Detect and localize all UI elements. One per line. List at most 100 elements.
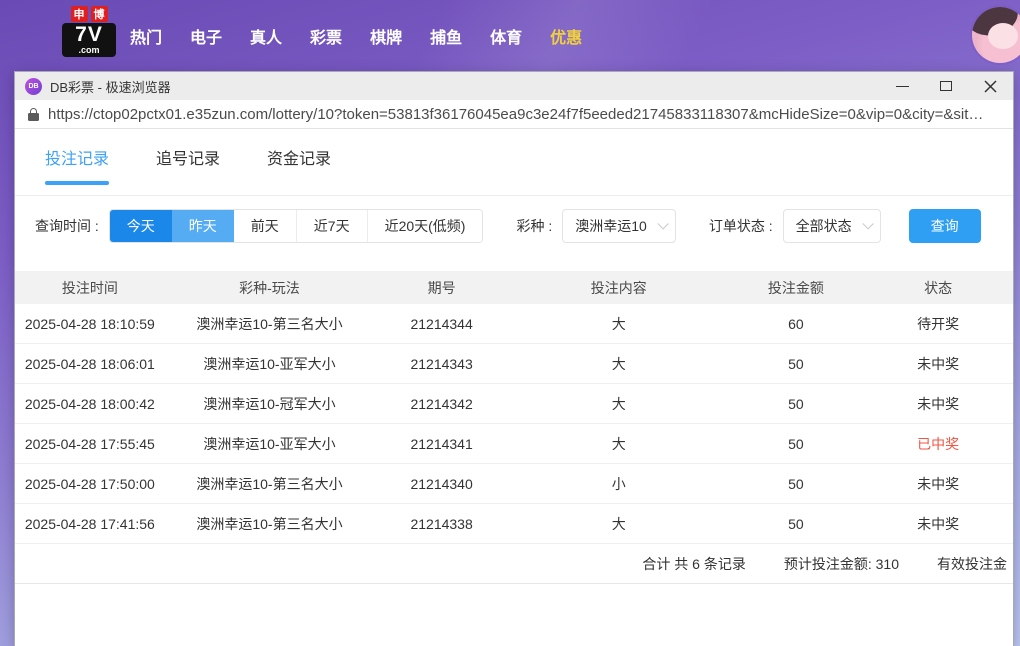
bet-game: 澳洲幸运10-亚军大小 — [203, 435, 336, 452]
bet-issue: 21214343 — [410, 355, 473, 372]
logo-text: 7V — [75, 23, 103, 46]
bet-content: 大 — [611, 395, 626, 412]
bet-status: 未中奖 — [917, 395, 960, 412]
tab-bet-records[interactable]: 投注记录 — [45, 145, 110, 195]
bet-amount: 60 — [788, 315, 804, 332]
bet-issue: 21214340 — [410, 475, 473, 492]
tab-fund-records[interactable]: 资金记录 — [267, 145, 331, 195]
bet-records-table: 投注时间 彩种-玩法 期号 投注内容 投注金额 状态 2025-04-28 18… — [15, 271, 1013, 584]
bet-time: 2025-04-28 18:00:42 — [24, 395, 155, 412]
time-option-7days[interactable]: 近7天 — [295, 210, 367, 242]
bet-content: 大 — [611, 315, 626, 332]
table-row: 2025-04-28 18:06:01 澳洲幸运10-亚军大小 21214343… — [15, 344, 1013, 384]
lock-icon — [28, 107, 39, 121]
bet-time: 2025-04-28 17:50:00 — [24, 475, 155, 492]
bet-content: 大 — [611, 435, 626, 452]
bet-status: 已中奖 — [917, 435, 960, 452]
url-text[interactable]: https://ctop02pctx01.e35zun.com/lottery/… — [48, 106, 983, 123]
col-header-game: 彩种-玩法 — [239, 279, 300, 296]
lottery-select[interactable]: 澳洲幸运10 — [562, 209, 676, 243]
logo-badge-shen: 申 — [70, 6, 88, 22]
window-titlebar[interactable]: DB DB彩票 - 极速浏览器 — [15, 72, 1013, 100]
chevron-down-icon — [657, 218, 669, 230]
bet-status: 待开奖 — [917, 315, 960, 332]
table-row: 2025-04-28 17:55:45 澳洲幸运10-亚军大小 21214341… — [15, 424, 1013, 464]
nav-item-promo[interactable]: 优惠 — [550, 24, 582, 48]
status-filter-label: 订单状态 : — [708, 218, 773, 234]
bet-game: 澳洲幸运10-第三名大小 — [196, 315, 343, 332]
bet-time: 2025-04-28 17:55:45 — [24, 435, 155, 452]
nav-item-sports[interactable]: 体育 — [490, 24, 522, 48]
logo-domain: .com — [78, 45, 100, 55]
bet-issue: 21214341 — [410, 435, 473, 452]
table-row: 2025-04-28 17:50:00 澳洲幸运10-第三名大小 2121434… — [15, 464, 1013, 504]
nav-menu: 热门 电子 真人 彩票 棋牌 捕鱼 体育 优惠 — [130, 24, 582, 48]
minimize-icon — [895, 85, 909, 87]
summary-expected-bet: 预计投注金额: 310 — [783, 555, 899, 572]
time-option-20days[interactable]: 近20天(低频) — [366, 210, 483, 242]
summary-total-count: 合计 共 6 条记录 — [642, 555, 746, 572]
tab-chase-records[interactable]: 追号记录 — [156, 145, 220, 195]
minimize-button[interactable] — [887, 74, 917, 98]
close-button[interactable] — [975, 74, 1005, 98]
bet-content: 小 — [611, 475, 626, 492]
window-title: DB彩票 - 极速浏览器 — [50, 79, 171, 95]
bet-game: 澳洲幸运10-冠军大小 — [203, 395, 336, 412]
close-icon — [983, 79, 997, 93]
query-button[interactable]: 查询 — [908, 209, 981, 243]
maximize-icon — [940, 81, 952, 91]
time-option-yesterday[interactable]: 昨天 — [171, 210, 234, 242]
address-bar[interactable]: https://ctop02pctx01.e35zun.com/lottery/… — [15, 100, 1013, 129]
bet-game: 澳洲幸运10-第三名大小 — [196, 475, 343, 492]
col-header-amount: 投注金额 — [767, 279, 824, 296]
col-header-status: 状态 — [924, 279, 953, 296]
bet-game: 澳洲幸运10-亚军大小 — [203, 355, 336, 372]
nav-item-cards[interactable]: 棋牌 — [370, 24, 402, 48]
window-controls — [873, 74, 1005, 98]
bet-issue: 21214344 — [410, 315, 473, 332]
bet-content: 大 — [611, 355, 626, 372]
nav-item-live[interactable]: 真人 — [250, 24, 282, 48]
site-logo[interactable]: 申 博 7V .com — [62, 6, 116, 57]
active-tab-underline — [45, 181, 110, 185]
table-header-row: 投注时间 彩种-玩法 期号 投注内容 投注金额 状态 — [15, 271, 1013, 304]
time-range-group: 今天 昨天 前天 近7天 近20天(低频) — [108, 209, 484, 243]
bet-amount: 50 — [788, 515, 804, 532]
lottery-filter-label: 彩种 : — [516, 218, 553, 234]
bet-time: 2025-04-28 18:06:01 — [24, 355, 155, 372]
browser-window: DB DB彩票 - 极速浏览器 https://ctop02pctx01.e35… — [15, 72, 1013, 646]
app-icon: DB — [25, 77, 42, 95]
time-filter-label: 查询时间 : — [35, 218, 99, 234]
order-status-select[interactable]: 全部状态 — [782, 209, 881, 243]
logo-badge-bo: 博 — [90, 6, 108, 22]
nav-item-slots[interactable]: 电子 — [190, 24, 222, 48]
bet-amount: 50 — [788, 435, 804, 452]
col-header-time: 投注时间 — [61, 279, 118, 296]
col-header-content: 投注内容 — [590, 279, 647, 296]
table-row: 2025-04-28 18:10:59 澳洲幸运10-第三名大小 2121434… — [15, 304, 1013, 344]
maximize-button[interactable] — [931, 74, 961, 98]
user-avatar[interactable] — [972, 7, 1020, 63]
nav-item-lottery[interactable]: 彩票 — [310, 24, 342, 48]
bet-amount: 50 — [788, 475, 804, 492]
nav-item-hot[interactable]: 热门 — [130, 24, 162, 48]
bet-amount: 50 — [788, 355, 804, 372]
bet-game: 澳洲幸运10-第三名大小 — [196, 515, 343, 532]
table-row: 2025-04-28 18:00:42 澳洲幸运10-冠军大小 21214342… — [15, 384, 1013, 424]
bet-amount: 50 — [788, 395, 804, 412]
record-tabs: 投注记录 追号记录 资金记录 — [15, 129, 1013, 196]
table-summary: 合计 共 6 条记录 预计投注金额: 310 有效投注金 — [15, 544, 1013, 584]
bet-time: 2025-04-28 18:10:59 — [24, 315, 155, 332]
site-navbar: 申 博 7V .com 热门 电子 真人 彩票 棋牌 捕鱼 体育 优惠 — [0, 0, 1020, 72]
summary-valid-bet: 有效投注金 — [937, 555, 1007, 572]
bet-issue: 21214338 — [410, 515, 473, 532]
nav-item-fishing[interactable]: 捕鱼 — [430, 24, 462, 48]
table-row: 2025-04-28 17:41:56 澳洲幸运10-第三名大小 2121433… — [15, 504, 1013, 544]
time-option-today[interactable]: 今天 — [109, 210, 172, 242]
bet-issue: 21214342 — [410, 395, 473, 412]
col-header-issue: 期号 — [427, 279, 456, 296]
bet-status: 未中奖 — [917, 355, 960, 372]
bet-status: 未中奖 — [917, 515, 960, 532]
time-option-2days-ago[interactable]: 前天 — [233, 210, 296, 242]
filter-bar: 查询时间 : 今天 昨天 前天 近7天 近20天(低频) 彩种 : 澳洲幸运10… — [35, 209, 1013, 243]
